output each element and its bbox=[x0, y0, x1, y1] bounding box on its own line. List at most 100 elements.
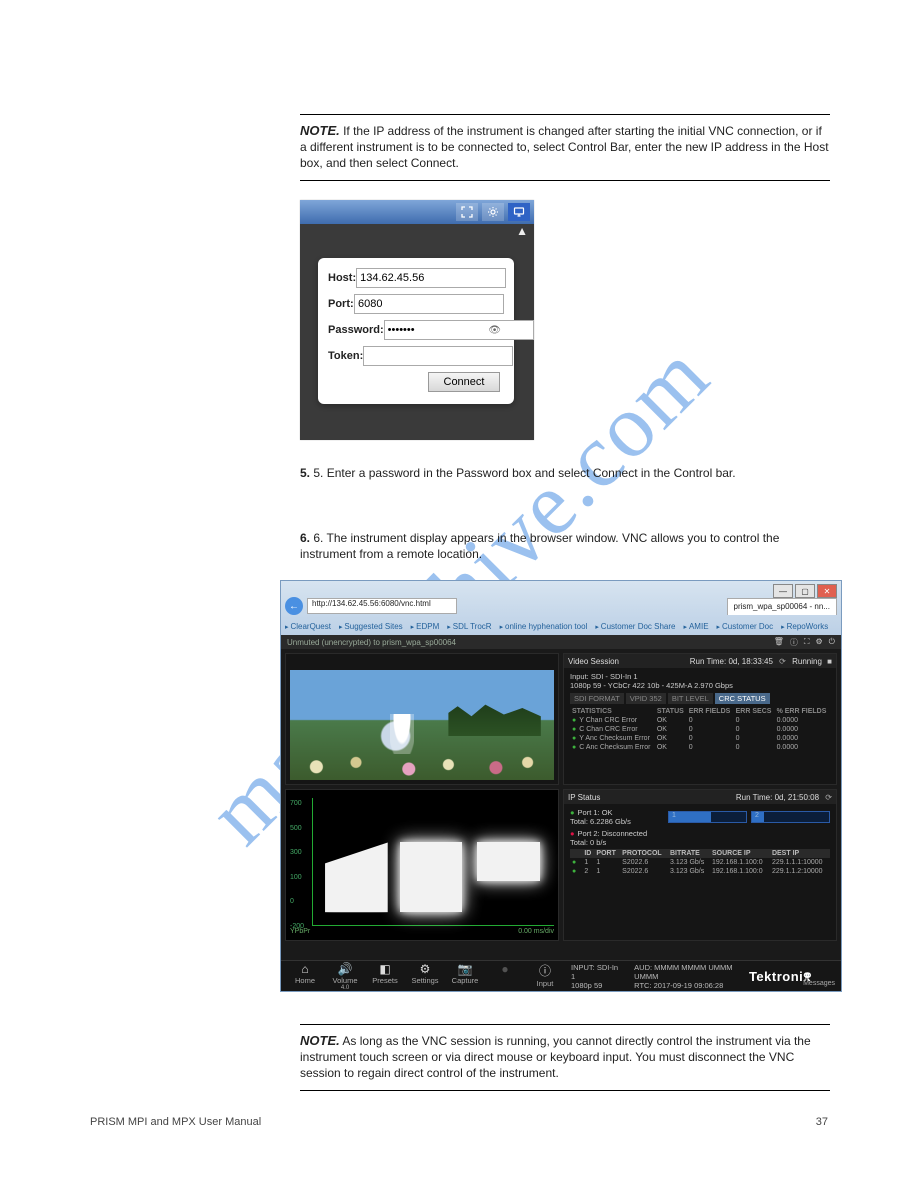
maximize-icon[interactable]: ▢ bbox=[795, 584, 815, 598]
picture-tile[interactable] bbox=[285, 653, 559, 785]
bookmark-item[interactable]: SDL TrocR bbox=[447, 622, 491, 631]
port2-total: Total: 0 b/s bbox=[570, 838, 660, 847]
bottom-toolbar: ⌂Home 🔊Volume4.0 ◧Presets ⚙Settings 📷Cap… bbox=[281, 960, 841, 991]
tab-vpid[interactable]: VPID 352 bbox=[626, 693, 666, 704]
step-5-text: 5. Enter a password in the Password box … bbox=[313, 466, 735, 480]
presets-button[interactable]: ◧Presets bbox=[369, 962, 401, 991]
bookmark-item[interactable]: EDPM bbox=[411, 622, 440, 631]
stop-icon[interactable]: ■ bbox=[827, 657, 832, 666]
connect-topbar bbox=[300, 200, 534, 224]
bookmark-item[interactable]: online hyphenation tool bbox=[500, 622, 588, 631]
run-time-label: Run Time: bbox=[736, 793, 772, 802]
step-6-text: 6. The instrument display appears in the… bbox=[300, 531, 779, 561]
wave-plot bbox=[312, 798, 554, 926]
input-info: INPUT: SDI-In 1 bbox=[571, 963, 620, 981]
table-row: Y Anc Checksum ErrorOK000.0000 bbox=[570, 734, 830, 743]
bookmark-item[interactable]: Customer Doc Share bbox=[595, 622, 675, 631]
note1: NOTE. If the IP address of the instrumen… bbox=[300, 110, 830, 189]
chevron-up-icon[interactable]: ▲ bbox=[516, 224, 528, 238]
trash-icon[interactable]: 🗑 bbox=[774, 637, 784, 648]
page-footer: PRISM MPI and MPX User Manual 37 bbox=[90, 1116, 828, 1128]
address-bar[interactable]: http://134.62.45.56:6080/vnc.html bbox=[307, 598, 457, 614]
browser-tab[interactable]: prism_wpa_sp00064 - nn... bbox=[727, 598, 838, 615]
note2-heading: NOTE. bbox=[300, 1033, 340, 1048]
video-session-tile[interactable]: Video Session Run Time: 0d, 18:33:45 ⟳ R… bbox=[563, 653, 837, 785]
run-time-value: 0d, 18:33:45 bbox=[728, 657, 772, 666]
picture-display bbox=[290, 670, 554, 780]
monitor-icon[interactable] bbox=[508, 203, 530, 221]
note1-text: If the IP address of the instrument is c… bbox=[300, 124, 829, 170]
token-label: Token: bbox=[328, 350, 363, 362]
back-icon[interactable]: ← bbox=[285, 597, 303, 615]
note1-heading: NOTE. bbox=[300, 123, 340, 138]
ip-status-title: IP Status bbox=[568, 793, 600, 802]
step-5: 5. 5. Enter a password in the Password b… bbox=[300, 465, 830, 481]
refresh-icon[interactable]: ⟳ bbox=[779, 657, 786, 666]
power-icon[interactable]: ⏻ bbox=[829, 637, 835, 648]
vnc-status-bar: Unmuted (unencrypted) to prism_wpa_sp000… bbox=[281, 635, 841, 649]
connect-button[interactable]: Connect bbox=[428, 372, 500, 392]
wave-mode: YPbPr bbox=[290, 928, 310, 940]
password-label: Password: bbox=[328, 324, 384, 336]
port-label: Port: bbox=[328, 298, 354, 310]
host-label: Host: bbox=[328, 272, 356, 284]
port1-total: Total: 6.2286 Gb/s bbox=[570, 817, 660, 826]
volume-button[interactable]: 🔊Volume4.0 bbox=[329, 962, 361, 991]
bookmark-item[interactable]: ClearQuest bbox=[285, 622, 331, 631]
password-input[interactable] bbox=[384, 320, 534, 340]
connect-panel: Host: Port: Password: 👁 Token: Connect bbox=[318, 258, 514, 404]
bookmark-item[interactable]: Suggested Sites bbox=[339, 622, 403, 631]
bookmark-item[interactable]: Customer Doc bbox=[717, 622, 774, 631]
bookmark-item[interactable]: RepoWorks bbox=[781, 622, 828, 631]
window-controls: — ▢ ✕ bbox=[771, 584, 837, 598]
format-line: 1080p 59 - YCbCr 422 10b - 425M-A 2.970 … bbox=[570, 681, 830, 690]
vnc-status-text: Unmuted (unencrypted) to prism_wpa_sp000… bbox=[287, 638, 456, 647]
input-line: Input: SDI - SDI-In 1 bbox=[570, 672, 830, 681]
table-row: Y Chan CRC ErrorOK000.0000 bbox=[570, 716, 830, 725]
port-input[interactable] bbox=[354, 294, 504, 314]
fullscreen-icon[interactable] bbox=[456, 203, 478, 221]
minimize-icon[interactable]: — bbox=[773, 584, 793, 598]
table-row: 21S2022.63.123 Gb/s192.168.1.100:0229.1.… bbox=[570, 867, 830, 876]
state-label: Running bbox=[792, 657, 822, 666]
footer-title: PRISM MPI and MPX User Manual bbox=[90, 1116, 261, 1128]
tab-sdi-format[interactable]: SDI FORMAT bbox=[570, 693, 624, 704]
refresh-icon[interactable]: ⟳ bbox=[825, 793, 832, 802]
run-time-value: 0d, 21:50:08 bbox=[775, 793, 819, 802]
ip-table: ID PORT PROTOCOL BITRATE SOURCE IP DEST … bbox=[570, 849, 830, 876]
table-row: C Chan CRC ErrorOK000.0000 bbox=[570, 725, 830, 734]
port2-status: Port 2: Disconnected bbox=[570, 829, 660, 838]
info-icon[interactable]: ⓘ bbox=[790, 637, 798, 648]
gear-icon[interactable]: ⚙ bbox=[816, 637, 823, 648]
home-button[interactable]: ⌂Home bbox=[289, 962, 321, 991]
vnc-browser-screenshot: — ▢ ✕ ← http://134.62.45.56:6080/vnc.htm… bbox=[280, 580, 842, 992]
host-input[interactable] bbox=[356, 268, 506, 288]
tab-bit-level[interactable]: BIT LEVEL bbox=[668, 693, 713, 704]
messages-button[interactable]: 💬Messages bbox=[803, 972, 835, 987]
eye-icon[interactable]: 👁 bbox=[488, 325, 501, 336]
port1-status: Port 1: OK bbox=[570, 808, 660, 817]
browser-chrome: — ▢ ✕ ← http://134.62.45.56:6080/vnc.htm… bbox=[281, 581, 841, 636]
settings-button[interactable]: ⚙Settings bbox=[409, 962, 441, 991]
connect-dialog: ▲ Host: Port: Password: 👁 Token: Connect bbox=[300, 200, 534, 440]
bookmark-item[interactable]: AMIE bbox=[684, 622, 709, 631]
waveform-tile[interactable]: 700 500 300 100 0 -200 bbox=[285, 789, 559, 941]
capture-button[interactable]: 📷Capture bbox=[449, 962, 481, 991]
tab-crc-status[interactable]: CRC STATUS bbox=[715, 693, 770, 704]
close-icon[interactable]: ✕ bbox=[817, 584, 837, 598]
crc-table: STATISTICS STATUS ERR FIELDS ERR SECS % … bbox=[570, 707, 830, 752]
ip-status-tile[interactable]: IP Status Run Time: 0d, 21:50:08 ⟳ Port … bbox=[563, 789, 837, 941]
rtc-info: RTC: 2017-09-19 09:06:28 bbox=[634, 981, 749, 990]
disabled-button: ● bbox=[489, 962, 521, 991]
note2-text: As long as the VNC session is running, y… bbox=[300, 1034, 811, 1080]
app-area: Unmuted (unencrypted) to prism_wpa_sp000… bbox=[281, 635, 841, 991]
gear-icon[interactable] bbox=[482, 203, 504, 221]
input-button[interactable]: ⓘInput bbox=[529, 962, 561, 991]
audio-info: AUD: MMMM MMMM UMMM UMMM bbox=[634, 963, 749, 981]
video-session-title: Video Session bbox=[568, 657, 619, 666]
format-info: 1080p 59 bbox=[571, 981, 620, 990]
token-input[interactable] bbox=[363, 346, 513, 366]
fullscreen-icon[interactable]: ⛶ bbox=[804, 637, 810, 648]
table-row: C Anc Checksum ErrorOK000.0000 bbox=[570, 743, 830, 752]
bookmarks-bar: ClearQuest Suggested Sites EDPM SDL Troc… bbox=[285, 619, 837, 633]
